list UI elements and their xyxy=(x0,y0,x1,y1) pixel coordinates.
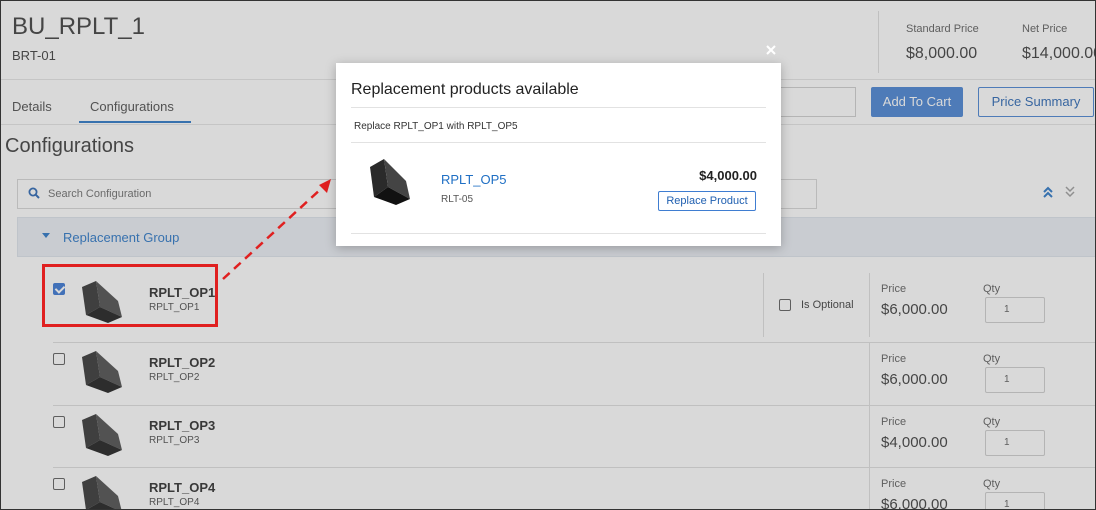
replacement-product-link[interactable]: RPLT_OP5 xyxy=(441,172,507,187)
close-icon[interactable] xyxy=(765,44,777,56)
replacement-modal: Replacement products available Replace R… xyxy=(336,63,781,246)
modal-title: Replacement products available xyxy=(351,81,579,98)
highlight-box xyxy=(42,264,218,327)
replace-product-button[interactable]: Replace Product xyxy=(658,191,756,211)
modal-divider xyxy=(351,142,766,143)
modal-divider xyxy=(351,107,766,108)
app-frame: BU_RPLT_1 BRT-01 Standard Price $8,000.0… xyxy=(0,0,1096,510)
replacement-product-thumbnail xyxy=(370,159,410,205)
replacement-product-code: RLT-05 xyxy=(441,194,474,205)
replacement-product-price: $4,000.00 xyxy=(699,168,757,183)
modal-divider xyxy=(351,233,766,234)
modal-subtitle: Replace RPLT_OP1 with RPLT_OP5 xyxy=(354,121,518,132)
